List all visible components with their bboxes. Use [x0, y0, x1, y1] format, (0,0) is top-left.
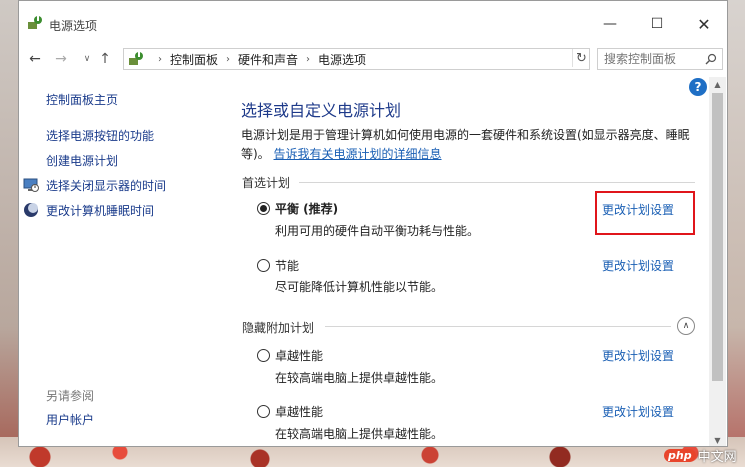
title-bar: 电源选项 — ☐ ✕: [19, 1, 727, 51]
close-button[interactable]: ✕: [684, 11, 724, 37]
chevron-up-icon[interactable]: ∧: [677, 317, 695, 335]
plan-desc: 尽可能降低计算机性能以节能。: [275, 280, 444, 294]
refresh-icon[interactable]: ↻: [572, 49, 590, 67]
hidden-plans-label: 隐藏附加计划: [242, 321, 315, 335]
address-bar[interactable]: › 控制面板 › 硬件和声音 › 电源选项 ∨: [123, 48, 664, 70]
breadcrumb-power-options[interactable]: 电源选项: [318, 51, 366, 68]
plan-radio-power-saver[interactable]: [257, 259, 270, 272]
plan-name: 节能: [275, 259, 300, 273]
moon-icon: [24, 203, 38, 217]
plan-radio-ultimate[interactable]: [257, 349, 270, 362]
scroll-up-icon[interactable]: ▲: [709, 77, 726, 91]
watermark: php 中文网: [664, 445, 737, 465]
change-plan-settings-link[interactable]: 更改计划设置: [602, 257, 674, 274]
desktop-background-right: [728, 0, 745, 467]
plan-name: 平衡 (推荐): [275, 202, 339, 216]
see-also-heading: 另请参阅: [46, 389, 95, 403]
sidebar-item-power-button[interactable]: 选择电源按钮的功能: [46, 127, 154, 144]
watermark-text: 中文网: [697, 449, 737, 465]
plan-name: 卓越性能: [275, 405, 324, 419]
intro-learn-more-link[interactable]: 告诉我有关电源计划的详细信息: [274, 147, 442, 161]
change-plan-settings-link[interactable]: 更改计划设置: [602, 403, 674, 420]
control-panel-home-link[interactable]: 控制面板主页: [46, 91, 118, 108]
plan-desc: 在较高端电脑上提供卓越性能。: [275, 371, 444, 385]
chevron-right-icon[interactable]: ›: [226, 54, 230, 65]
sidebar-item-sleep-time[interactable]: 更改计算机睡眠时间: [46, 202, 154, 219]
chevron-right-icon: ›: [158, 53, 162, 65]
chevron-right-icon[interactable]: ›: [306, 54, 310, 65]
plan-name: 卓越性能: [275, 349, 324, 363]
divider: [325, 326, 671, 327]
change-plan-settings-link[interactable]: 更改计划设置: [602, 347, 674, 364]
breadcrumb-hardware-sound[interactable]: 硬件和声音: [238, 51, 298, 68]
navigation-bar: ← → ∨ ↑ › 控制面板 › 硬件和声音 › 电源选项 ∨ ↻: [19, 45, 727, 73]
left-pane: 控制面板主页 选择电源按钮的功能 创建电源计划 选择关闭显示器的时间 更改计算机…: [19, 81, 209, 446]
minimize-button[interactable]: —: [590, 11, 630, 37]
control-panel-icon: [129, 52, 143, 65]
intro-text: 电源计划是用于管理计算机如何使用电源的一套硬件和系统设置(如显示器亮度、睡眠等)…: [241, 126, 703, 164]
scrollbar-thumb[interactable]: [712, 93, 723, 381]
back-button[interactable]: ←: [25, 49, 45, 69]
watermark-logo: php: [664, 448, 696, 462]
main-content: 选择或自定义电源计划 电源计划是用于管理计算机如何使用电源的一套硬件和系统设置(…: [209, 81, 709, 446]
plan-radio-balanced[interactable]: [257, 202, 270, 215]
plan-radio-ultimate-2[interactable]: [257, 405, 270, 418]
power-options-window: 电源选项 — ☐ ✕ ← → ∨ ↑ › 控制面板 › 硬件和声音 › 电源选项…: [18, 0, 728, 447]
sidebar-item-create-plan[interactable]: 创建电源计划: [46, 152, 118, 169]
search-icon[interactable]: [705, 53, 717, 65]
sidebar-item-display-off[interactable]: 选择关闭显示器的时间: [46, 177, 166, 194]
power-options-icon: [28, 16, 42, 29]
window-title: 电源选项: [49, 19, 98, 33]
plan-desc: 在较高端电脑上提供卓越性能。: [275, 427, 444, 441]
plan-desc: 利用可用的硬件自动平衡功耗与性能。: [275, 224, 480, 238]
divider: [299, 182, 695, 183]
highlight-annotation: [595, 191, 695, 235]
recent-locations-button[interactable]: ∨: [77, 49, 97, 69]
page-title: 选择或自定义电源计划: [241, 101, 402, 120]
breadcrumb-control-panel[interactable]: 控制面板: [170, 51, 218, 68]
maximize-button[interactable]: ☐: [637, 11, 677, 37]
up-button[interactable]: ↑: [95, 49, 115, 69]
vertical-scrollbar[interactable]: ▲ ▼: [709, 77, 726, 446]
preferred-plans-label: 首选计划: [242, 176, 291, 190]
user-accounts-link[interactable]: 用户帐户: [46, 411, 94, 428]
help-icon[interactable]: ?: [689, 78, 707, 96]
forward-button[interactable]: →: [51, 49, 71, 69]
desktop-background-left: [0, 0, 18, 467]
monitor-clock-icon: [23, 178, 39, 192]
